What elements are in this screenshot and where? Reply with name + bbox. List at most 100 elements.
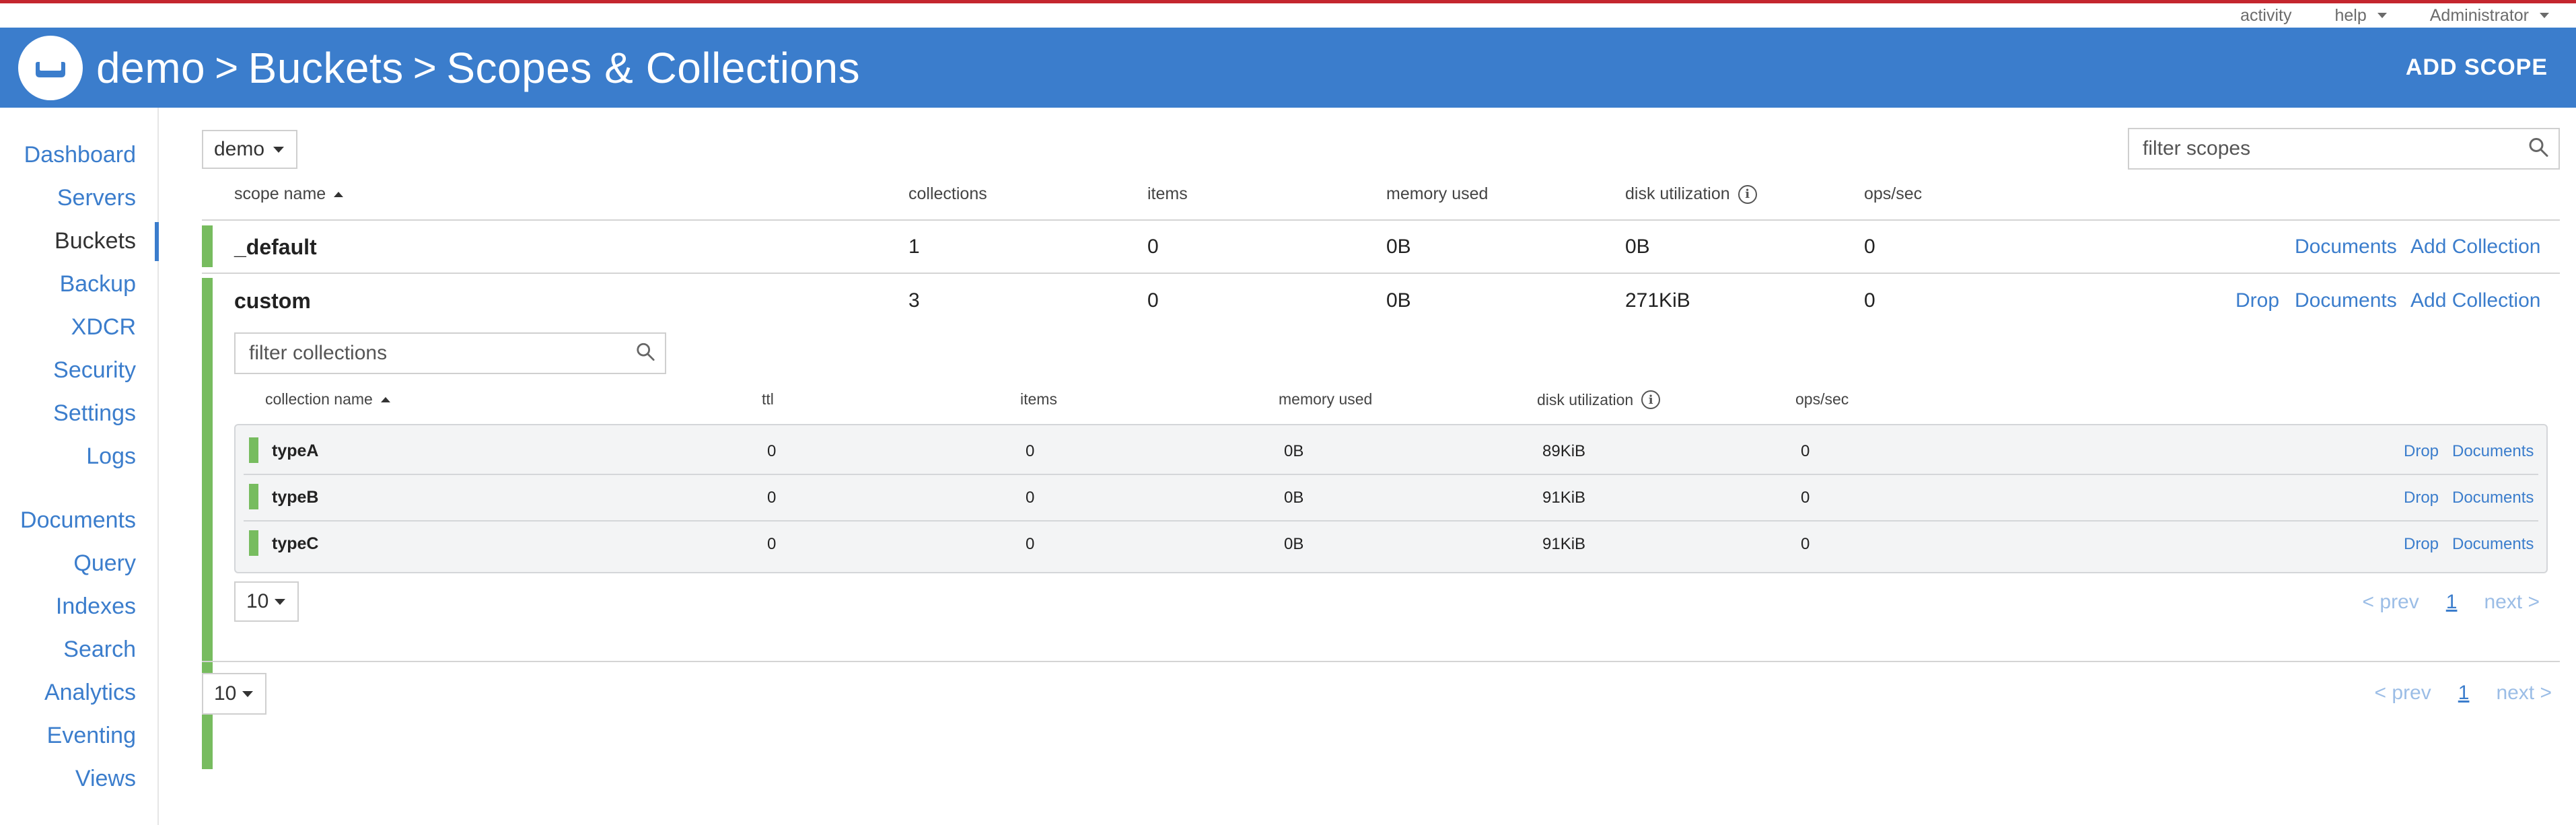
collections-page-size-select[interactable]: 10	[234, 581, 299, 622]
documents-link[interactable]: Documents	[2452, 489, 2534, 507]
breadcrumb-buckets[interactable]: Buckets	[248, 43, 404, 93]
divider	[202, 273, 2560, 274]
scope-memory-used: 0B	[1386, 236, 1411, 258]
collection-name[interactable]: typeC	[272, 534, 318, 554]
sidebar-item-search[interactable]: Search	[63, 637, 136, 663]
scope-disk-utilization: 0B	[1625, 236, 1650, 258]
collection-items: 0	[1026, 535, 1035, 553]
next-page-link[interactable]: next >	[2484, 591, 2540, 614]
collection-ops-sec: 0	[1801, 442, 1810, 460]
page-title: Scopes & Collections	[446, 43, 861, 92]
prev-page-link[interactable]: < prev	[2375, 682, 2431, 705]
scope-status-bar	[202, 225, 213, 267]
sidebar-item-views[interactable]: Views	[75, 766, 136, 792]
sort-ascending-icon	[380, 396, 390, 402]
column-header-disk-utilization[interactable]: disk utilization i	[1625, 184, 1757, 204]
sidebar-item-backup[interactable]: Backup	[60, 271, 136, 297]
sidebar-active-indicator	[155, 222, 159, 261]
couchbase-logo-icon[interactable]	[18, 35, 83, 100]
divider	[244, 474, 2538, 475]
breadcrumb-separator: >	[215, 45, 239, 90]
collection-memory-used: 0B	[1284, 535, 1304, 553]
column-header-ops-sec[interactable]: ops/sec	[1795, 390, 1849, 408]
scope-collections-count: 1	[908, 236, 920, 258]
breadcrumb-bucket[interactable]: demo	[96, 43, 205, 93]
drop-collection-link[interactable]: Drop	[2404, 489, 2439, 507]
chevron-down-icon	[273, 147, 284, 153]
column-header-collections[interactable]: collections	[908, 184, 987, 204]
prev-page-link[interactable]: < prev	[2363, 591, 2419, 614]
collection-filter-input[interactable]	[236, 342, 665, 365]
drop-scope-link[interactable]: Drop	[2235, 289, 2279, 312]
scope-filter[interactable]	[2128, 128, 2560, 170]
next-page-link[interactable]: next >	[2496, 682, 2552, 705]
activity-link[interactable]: activity	[2240, 6, 2291, 26]
column-header-collection-name[interactable]: collection name	[265, 390, 390, 408]
chevron-down-icon	[2540, 13, 2549, 18]
chevron-down-icon	[242, 691, 253, 697]
collection-name[interactable]: typeA	[272, 441, 318, 461]
page-number-link[interactable]: 1	[2458, 682, 2470, 705]
collection-filter[interactable]	[234, 332, 666, 374]
sidebar: Dashboard Servers Buckets Backup XDCR Se…	[0, 108, 159, 825]
sidebar-item-indexes[interactable]: Indexes	[56, 594, 136, 620]
collection-ops-sec: 0	[1801, 535, 1810, 553]
collection-status-bar	[249, 437, 258, 463]
breadcrumb-separator: >	[413, 45, 437, 90]
scope-name[interactable]: custom	[234, 289, 311, 314]
collections-pagination: < prev 1 next >	[2363, 591, 2540, 614]
page-number-link[interactable]: 1	[2446, 591, 2458, 614]
sidebar-item-security[interactable]: Security	[53, 357, 136, 384]
scope-name[interactable]: _default	[234, 235, 317, 260]
sidebar-item-documents[interactable]: Documents	[20, 507, 136, 534]
collection-status-bar	[249, 530, 258, 556]
collection-ttl: 0	[767, 489, 777, 507]
sidebar-item-dashboard[interactable]: Dashboard	[24, 142, 136, 168]
sidebar-item-xdcr[interactable]: XDCR	[71, 314, 136, 340]
info-icon[interactable]: i	[1641, 390, 1661, 409]
info-icon[interactable]: i	[1738, 184, 1757, 204]
divider	[202, 661, 2560, 662]
sidebar-item-buckets[interactable]: Buckets	[55, 228, 136, 254]
scope-items: 0	[1147, 289, 1159, 312]
user-menu[interactable]: Administrator	[2430, 6, 2549, 26]
utility-bar: activity help Administrator	[2197, 3, 2576, 28]
sidebar-item-query[interactable]: Query	[73, 550, 136, 577]
scope-filter-input[interactable]	[2129, 137, 2559, 160]
sidebar-item-servers[interactable]: Servers	[57, 185, 136, 211]
collection-items: 0	[1026, 442, 1035, 460]
collection-name[interactable]: typeB	[272, 488, 318, 507]
sidebar-item-analytics[interactable]: Analytics	[44, 680, 136, 706]
sidebar-item-eventing[interactable]: Eventing	[47, 723, 136, 749]
column-header-ttl[interactable]: ttl	[762, 390, 774, 408]
add-scope-button[interactable]: ADD SCOPE	[2406, 55, 2548, 81]
drop-collection-link[interactable]: Drop	[2404, 442, 2439, 461]
bucket-select[interactable]: demo	[202, 130, 297, 169]
add-collection-link[interactable]: Add Collection	[2410, 236, 2540, 258]
column-header-ops-sec[interactable]: ops/sec	[1864, 184, 1922, 204]
sidebar-item-settings[interactable]: Settings	[53, 400, 136, 427]
drop-collection-link[interactable]: Drop	[2404, 535, 2439, 554]
collection-disk-utilization: 91KiB	[1542, 489, 1586, 507]
column-header-memory-used[interactable]: memory used	[1279, 390, 1372, 408]
documents-link[interactable]: Documents	[2295, 236, 2397, 258]
collection-status-bar	[249, 484, 258, 509]
documents-link[interactable]: Documents	[2452, 535, 2534, 554]
help-menu[interactable]: help	[2334, 6, 2387, 26]
scopes-pagination: < prev 1 next >	[2375, 682, 2552, 705]
divider	[244, 520, 2538, 522]
documents-link[interactable]: Documents	[2452, 442, 2534, 461]
add-collection-link[interactable]: Add Collection	[2410, 289, 2540, 312]
search-icon[interactable]	[635, 342, 655, 365]
search-icon[interactable]	[2528, 137, 2549, 162]
column-header-scope-name[interactable]: scope name	[234, 184, 344, 204]
column-header-memory-used[interactable]: memory used	[1386, 184, 1488, 204]
scopes-page-size-select[interactable]: 10	[202, 673, 266, 715]
sidebar-item-logs[interactable]: Logs	[86, 443, 136, 470]
column-header-disk-utilization[interactable]: disk utilization i	[1537, 390, 1661, 409]
collection-items: 0	[1026, 489, 1035, 507]
column-header-items[interactable]: items	[1147, 184, 1188, 204]
chevron-down-icon	[275, 599, 285, 605]
documents-link[interactable]: Documents	[2295, 289, 2397, 312]
column-header-items[interactable]: items	[1020, 390, 1057, 408]
